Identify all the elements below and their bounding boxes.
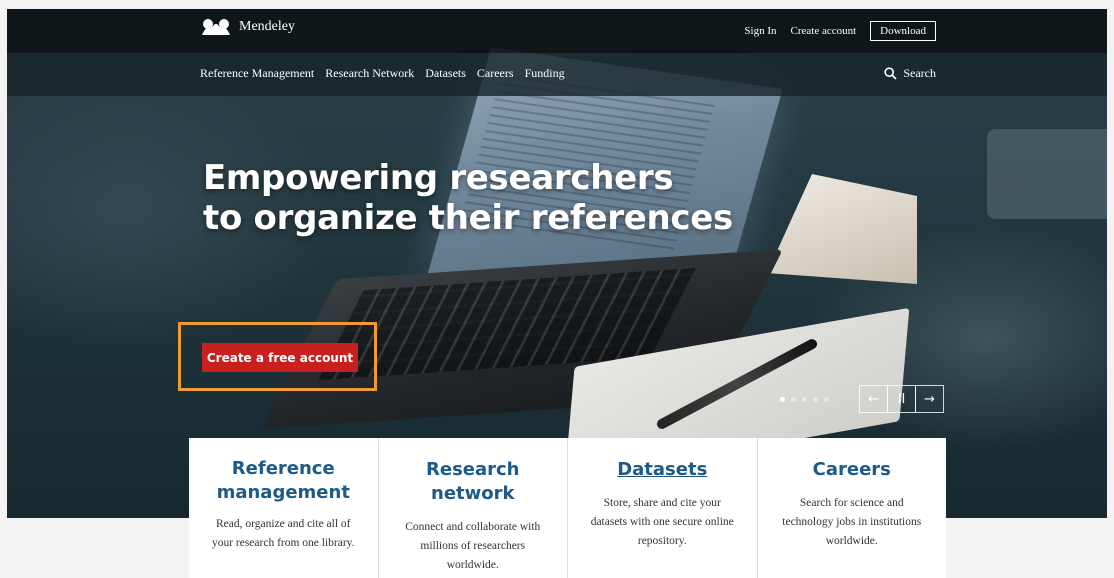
create-free-account-button[interactable]: Create a free account [202,343,358,372]
feature-text-careers: Search for science and technology jobs i… [782,497,922,547]
feature-card-careers: Careers Search for science and technolog… [758,438,947,578]
search-button[interactable]: Search [884,66,936,81]
folded-card-graphic [767,174,917,284]
create-account-link[interactable]: Create account [791,25,857,37]
background-light-graphic [987,129,1107,219]
nav-item-datasets[interactable]: Datasets [425,66,466,81]
carousel-pause-button[interactable]: II [887,385,916,413]
carousel-prev-button[interactable]: ← [859,385,888,413]
feature-card-datasets: Datasets Store, share and cite your data… [568,438,758,578]
download-button[interactable]: Download [870,21,936,41]
feature-card-research-network: Research network Connect and collaborate… [379,438,568,578]
sign-in-link[interactable]: Sign In [744,25,776,37]
hero-headline: Empowering researchers to organize their… [203,158,733,238]
feature-cards: Reference management Read, organize and … [189,438,946,578]
top-bar [7,9,1107,53]
carousel-dot[interactable] [824,397,829,402]
account-links: Sign In Create account Download [744,21,936,41]
feature-card-reference-management: Reference management Read, organize and … [189,438,379,578]
feature-title-research-network[interactable]: Research network [397,458,550,506]
headline-line-1: Empowering researchers [203,158,674,198]
main-nav: Reference Management Research Network Da… [200,66,565,81]
carousel-dot[interactable] [813,397,818,402]
carousel-dot[interactable] [802,397,807,402]
nav-item-funding[interactable]: Funding [525,66,565,81]
headline-line-2: to organize their references [203,198,733,238]
nav-item-careers[interactable]: Careers [477,66,514,81]
carousel-next-button[interactable]: → [915,385,944,413]
nav-item-research-network[interactable]: Research Network [325,66,414,81]
arrow-left-icon: ← [868,391,879,407]
brand-name: Mendeley [239,19,295,34]
mendeley-logo-icon [202,19,230,35]
search-icon [884,67,897,80]
feature-text-research-network: Connect and collaborate with millions of… [405,521,541,571]
feature-text-datasets: Store, share and cite your datasets with… [590,497,734,547]
mendeley-logo[interactable]: Mendeley [200,17,295,37]
feature-title-careers[interactable]: Careers [776,458,929,482]
feature-title-datasets[interactable]: Datasets [586,458,739,482]
carousel-dot[interactable] [780,397,785,402]
carousel-dots [780,397,829,402]
feature-title-reference-management[interactable]: Reference management [207,457,360,505]
nav-item-reference-management[interactable]: Reference Management [200,66,314,81]
search-label: Search [903,66,936,80]
feature-text-reference-management: Read, organize and cite all of your rese… [211,518,355,549]
carousel-controls: ← II → [859,385,944,413]
arrow-right-icon: → [924,391,935,407]
pause-icon: II [897,391,906,407]
carousel-dot[interactable] [791,397,796,402]
